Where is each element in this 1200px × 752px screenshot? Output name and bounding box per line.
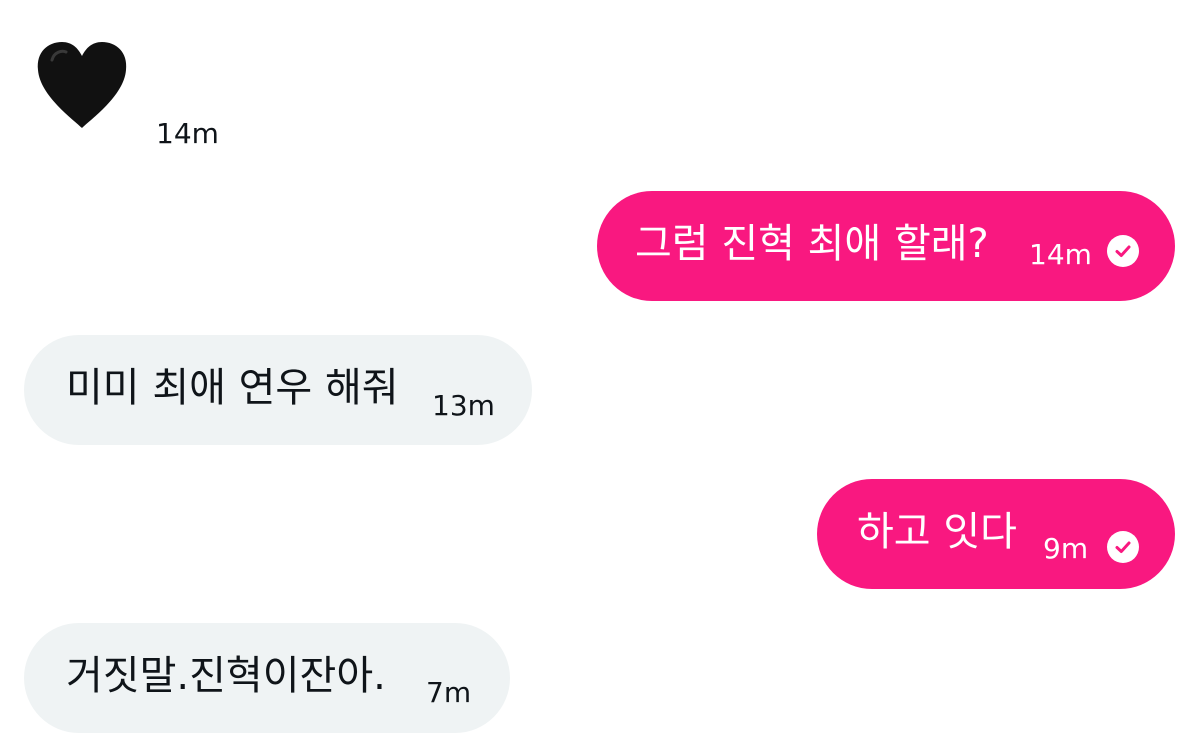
sent-check-icon (1107, 235, 1139, 267)
incoming-message-bubble[interactable]: 미미 최애 연우 해줘 13m (24, 335, 532, 445)
outgoing-message-bubble[interactable]: 그럼 진혁 최애 할래? 14m (597, 191, 1175, 301)
message-timestamp: 7m (426, 676, 472, 709)
message-text: 하고 잇다 (857, 509, 1017, 555)
message-timestamp: 14m (1029, 238, 1092, 271)
outgoing-message-bubble[interactable]: 하고 잇다 9m (817, 479, 1175, 589)
message-timestamp: 9m (1043, 532, 1089, 565)
message-text: 거짓말.진혁이잔아. (66, 653, 386, 699)
message-text: 미미 최애 연우 해줘 (66, 365, 399, 411)
message-timestamp: 14m (156, 117, 219, 150)
message-timestamp: 13m (432, 389, 495, 422)
sent-check-icon (1107, 531, 1139, 563)
message-text: 그럼 진혁 최애 할래? (635, 221, 989, 267)
incoming-message-bubble[interactable]: 거짓말.진혁이잔아. 7m (24, 623, 510, 733)
black-heart-icon (37, 42, 127, 128)
